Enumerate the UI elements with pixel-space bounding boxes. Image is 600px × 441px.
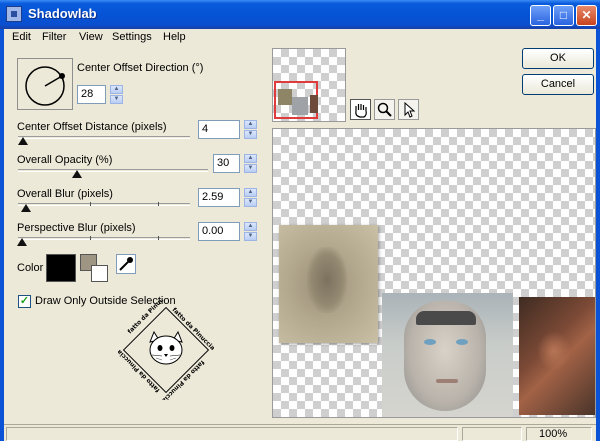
- perspective-input[interactable]: 0.00: [198, 222, 240, 241]
- opacity-input[interactable]: 30: [213, 154, 240, 173]
- menu-filter[interactable]: Filter: [42, 31, 66, 43]
- hand-tool[interactable]: [350, 99, 371, 120]
- direction-spinner[interactable]: ▲ ▼: [110, 85, 123, 104]
- zoom-level: 100%: [526, 427, 592, 441]
- recent-color-swatch-2[interactable]: [91, 265, 108, 282]
- menu-view[interactable]: View: [79, 31, 103, 43]
- close-button[interactable]: ✕: [576, 5, 597, 26]
- perspective-label: Perspective Blur (pixels): [17, 222, 136, 234]
- perspective-slider[interactable]: [18, 237, 190, 240]
- blur-spinner[interactable]: ▲ ▼: [244, 188, 257, 207]
- ok-button[interactable]: OK: [522, 48, 594, 69]
- distance-spinner[interactable]: ▲ ▼: [244, 120, 257, 139]
- photo-torso-2: [519, 297, 595, 415]
- perspective-tick: [90, 236, 91, 240]
- distance-label: Center Offset Distance (pixels): [17, 121, 167, 133]
- menu-help[interactable]: Help: [163, 31, 186, 43]
- blur-input[interactable]: 2.59: [198, 188, 240, 207]
- app-icon: [6, 6, 22, 22]
- eyedropper-button[interactable]: [116, 254, 136, 274]
- photo-torso: [279, 225, 378, 343]
- blur-slider-thumb[interactable]: [21, 204, 31, 212]
- status-bar: 100%: [4, 424, 596, 441]
- pointer-icon: [404, 101, 416, 118]
- draw-outside-checkbox[interactable]: ✓: [18, 295, 31, 308]
- zoom-tool[interactable]: [374, 99, 395, 120]
- photo-face: [382, 293, 513, 417]
- pointer-tool[interactable]: [398, 99, 419, 120]
- menu-edit[interactable]: Edit: [12, 31, 31, 43]
- status-cell: [6, 427, 458, 441]
- color-swatch[interactable]: [46, 254, 76, 282]
- blur-tick: [158, 202, 159, 206]
- perspective-spinner[interactable]: ▲ ▼: [244, 222, 257, 241]
- blur-tick: [90, 202, 91, 206]
- watermark-logo: fatto da Pinuccia fatto da Pinuccia fatt…: [116, 300, 216, 400]
- direction-dial[interactable]: [17, 58, 73, 110]
- opacity-slider-thumb[interactable]: [72, 170, 82, 178]
- cat-icon: [149, 330, 183, 365]
- distance-slider[interactable]: [18, 136, 190, 139]
- window-title: Shadowlab: [28, 6, 97, 21]
- svg-text:fatto da Pinuccia: fatto da Pinuccia: [160, 359, 205, 400]
- svg-text:fatto da Pinuccia: fatto da Pinuccia: [126, 300, 171, 335]
- eyedropper-icon: [119, 257, 133, 271]
- minimize-button[interactable]: _: [530, 5, 551, 26]
- distance-input[interactable]: 4: [198, 120, 240, 139]
- menu-settings[interactable]: Settings: [112, 31, 152, 43]
- opacity-label: Overall Opacity (%): [17, 154, 113, 166]
- navigator-preview[interactable]: [272, 48, 346, 122]
- maximize-button[interactable]: □: [553, 5, 574, 26]
- menu-bar: Edit Filter View Settings Help: [4, 29, 596, 47]
- blur-slider[interactable]: [18, 203, 190, 206]
- opacity-spinner[interactable]: ▲ ▼: [244, 154, 257, 173]
- window-frame-right: [596, 29, 600, 441]
- cancel-button[interactable]: Cancel: [522, 74, 594, 95]
- opacity-slider[interactable]: [18, 169, 208, 172]
- perspective-slider-thumb[interactable]: [17, 238, 27, 246]
- dial-icon: [25, 66, 65, 106]
- blur-label: Overall Blur (pixels): [17, 188, 113, 200]
- direction-label: Center Offset Direction (°): [77, 62, 204, 74]
- distance-slider-thumb[interactable]: [18, 137, 28, 145]
- hand-icon: [355, 104, 367, 118]
- perspective-tick: [158, 236, 159, 240]
- navigator-viewport[interactable]: [274, 81, 318, 119]
- zoom-icon: [377, 102, 392, 117]
- status-cell: [462, 427, 522, 441]
- color-label: Color: [17, 262, 44, 274]
- direction-input[interactable]: 28: [77, 85, 106, 104]
- title-bar: Shadowlab _ □ ✕: [0, 0, 600, 29]
- image-preview[interactable]: [272, 128, 596, 418]
- window-frame-left: [0, 29, 4, 441]
